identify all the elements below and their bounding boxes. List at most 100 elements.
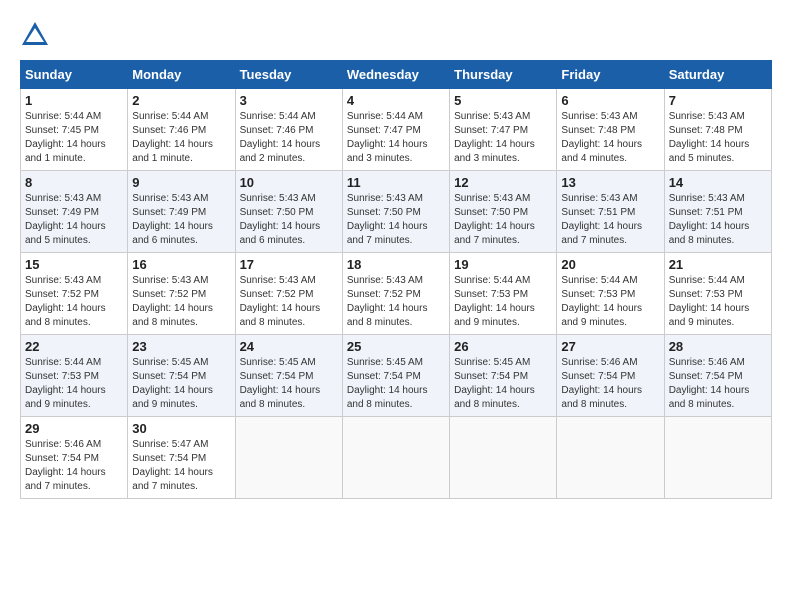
calendar-cell-9: 9Sunrise: 5:43 AMSunset: 7:49 PMDaylight… — [128, 171, 235, 253]
calendar-cell-7: 7 Sunrise: 5:43 AMSunset: 7:48 PMDaylight… — [664, 89, 771, 171]
calendar-cell-20: 20Sunrise: 5:44 AMSunset: 7:53 PMDayligh… — [557, 253, 664, 335]
calendar-cell-empty — [664, 417, 771, 499]
calendar-cell-10: 10 Sunrise: 5:43 AMSunset: 7:50 PMDayligh… — [235, 171, 342, 253]
header-sunday: Sunday — [21, 61, 128, 89]
calendar-cell-29: 29 Sunrise: 5:46 AMSunset: 7:54 PMDayligh… — [21, 417, 128, 499]
logo-icon — [20, 20, 50, 50]
day-info: Sunrise: 5:43 AMSunset: 7:51 PMDaylight:… — [561, 192, 659, 248]
day-info: Sunrise: 5:44 AMSunset: 7:46 PMDaylight:… — [132, 110, 230, 166]
page-header — [20, 20, 772, 50]
day-info: Sunrise: 5:43 AMSunset: 7:52 PMDaylight:… — [240, 274, 338, 330]
header-tuesday: Tuesday — [235, 61, 342, 89]
calendar-cell-27: 27 Sunrise: 5:46 AMSunset: 7:54 PMDayligh… — [557, 335, 664, 417]
day-number: 15 — [25, 257, 123, 272]
day-number: 26 — [454, 339, 552, 354]
day-info: Sunrise: 5:43 AMSunset: 7:49 PMDaylight:… — [25, 192, 123, 248]
calendar-cell-empty — [450, 417, 557, 499]
calendar-cell-empty — [235, 417, 342, 499]
day-number: 1 — [25, 93, 123, 108]
day-info: Sunrise: 5:43 AMSunset: 7:47 PMDaylight:… — [454, 110, 552, 166]
day-number: 8 — [25, 175, 123, 190]
calendar-cell-5: 5 Sunrise: 5:43 AMSunset: 7:47 PMDaylight… — [450, 89, 557, 171]
calendar-cell-1: 1 Sunrise: 5:44 AMSunset: 7:45 PMDaylight… — [21, 89, 128, 171]
day-number: 6 — [561, 93, 659, 108]
day-info: Sunrise: 5:45 AMSunset: 7:54 PMDaylight:… — [347, 356, 445, 412]
calendar-cell-empty — [557, 417, 664, 499]
day-number: 3 — [240, 93, 338, 108]
header-monday: Monday — [128, 61, 235, 89]
day-number: 22 — [25, 339, 123, 354]
day-info: Sunrise: 5:46 AMSunset: 7:54 PMDaylight:… — [669, 356, 767, 412]
week-row-5: 29 Sunrise: 5:46 AMSunset: 7:54 PMDayligh… — [21, 417, 772, 499]
calendar-cell-13: 13Sunrise: 5:43 AMSunset: 7:51 PMDayligh… — [557, 171, 664, 253]
day-number: 17 — [240, 257, 338, 272]
calendar-cell-17: 17 Sunrise: 5:43 AMSunset: 7:52 PMDayligh… — [235, 253, 342, 335]
day-number: 30 — [132, 421, 230, 436]
day-info: Sunrise: 5:44 AMSunset: 7:46 PMDaylight:… — [240, 110, 338, 166]
day-number: 5 — [454, 93, 552, 108]
calendar-cell-empty — [342, 417, 449, 499]
day-info: Sunrise: 5:43 AMSunset: 7:50 PMDaylight:… — [347, 192, 445, 248]
calendar-header: SundayMondayTuesdayWednesdayThursdayFrid… — [21, 61, 772, 89]
day-info: Sunrise: 5:44 AMSunset: 7:53 PMDaylight:… — [25, 356, 123, 412]
day-info: Sunrise: 5:44 AMSunset: 7:53 PMDaylight:… — [669, 274, 767, 330]
calendar-cell-11: 11 Sunrise: 5:43 AMSunset: 7:50 PMDayligh… — [342, 171, 449, 253]
day-info: Sunrise: 5:43 AMSunset: 7:49 PMDaylight:… — [132, 192, 230, 248]
calendar-cell-22: 22 Sunrise: 5:44 AMSunset: 7:53 PMDayligh… — [21, 335, 128, 417]
day-info: Sunrise: 5:43 AMSunset: 7:52 PMDaylight:… — [25, 274, 123, 330]
header-friday: Friday — [557, 61, 664, 89]
day-number: 27 — [561, 339, 659, 354]
calendar-cell-26: 26 Sunrise: 5:45 AMSunset: 7:54 PMDayligh… — [450, 335, 557, 417]
week-row-4: 22 Sunrise: 5:44 AMSunset: 7:53 PMDayligh… — [21, 335, 772, 417]
day-number: 12 — [454, 175, 552, 190]
calendar-cell-16: 16Sunrise: 5:43 AMSunset: 7:52 PMDayligh… — [128, 253, 235, 335]
calendar-cell-18: 18 Sunrise: 5:43 AMSunset: 7:52 PMDayligh… — [342, 253, 449, 335]
day-info: Sunrise: 5:44 AMSunset: 7:47 PMDaylight:… — [347, 110, 445, 166]
calendar-cell-24: 24Sunrise: 5:45 AMSunset: 7:54 PMDayligh… — [235, 335, 342, 417]
day-info: Sunrise: 5:46 AMSunset: 7:54 PMDaylight:… — [561, 356, 659, 412]
logo — [20, 20, 54, 50]
week-row-2: 8 Sunrise: 5:43 AMSunset: 7:49 PMDaylight… — [21, 171, 772, 253]
day-info: Sunrise: 5:46 AMSunset: 7:54 PMDaylight:… — [25, 438, 123, 494]
day-number: 21 — [669, 257, 767, 272]
calendar-cell-8: 8 Sunrise: 5:43 AMSunset: 7:49 PMDaylight… — [21, 171, 128, 253]
day-info: Sunrise: 5:43 AMSunset: 7:52 PMDaylight:… — [347, 274, 445, 330]
day-info: Sunrise: 5:43 AMSunset: 7:52 PMDaylight:… — [132, 274, 230, 330]
day-info: Sunrise: 5:43 AMSunset: 7:48 PMDaylight:… — [669, 110, 767, 166]
day-number: 23 — [132, 339, 230, 354]
day-info: Sunrise: 5:43 AMSunset: 7:50 PMDaylight:… — [240, 192, 338, 248]
day-info: Sunrise: 5:43 AMSunset: 7:51 PMDaylight:… — [669, 192, 767, 248]
calendar-cell-21: 21 Sunrise: 5:44 AMSunset: 7:53 PMDayligh… — [664, 253, 771, 335]
day-info: Sunrise: 5:43 AMSunset: 7:50 PMDaylight:… — [454, 192, 552, 248]
day-info: Sunrise: 5:45 AMSunset: 7:54 PMDaylight:… — [454, 356, 552, 412]
day-number: 18 — [347, 257, 445, 272]
calendar-cell-3: 3 Sunrise: 5:44 AMSunset: 7:46 PMDaylight… — [235, 89, 342, 171]
calendar-cell-2: 2 Sunrise: 5:44 AMSunset: 7:46 PMDaylight… — [128, 89, 235, 171]
day-number: 29 — [25, 421, 123, 436]
header-saturday: Saturday — [664, 61, 771, 89]
day-number: 7 — [669, 93, 767, 108]
day-number: 4 — [347, 93, 445, 108]
day-number: 10 — [240, 175, 338, 190]
day-number: 14 — [669, 175, 767, 190]
calendar-cell-6: 6 Sunrise: 5:43 AMSunset: 7:48 PMDaylight… — [557, 89, 664, 171]
day-info: Sunrise: 5:44 AMSunset: 7:45 PMDaylight:… — [25, 110, 123, 166]
week-row-1: 1 Sunrise: 5:44 AMSunset: 7:45 PMDaylight… — [21, 89, 772, 171]
calendar-cell-25: 25Sunrise: 5:45 AMSunset: 7:54 PMDayligh… — [342, 335, 449, 417]
day-number: 20 — [561, 257, 659, 272]
calendar-cell-14: 14 Sunrise: 5:43 AMSunset: 7:51 PMDayligh… — [664, 171, 771, 253]
header-wednesday: Wednesday — [342, 61, 449, 89]
week-row-3: 15 Sunrise: 5:43 AMSunset: 7:52 PMDayligh… — [21, 253, 772, 335]
day-number: 11 — [347, 175, 445, 190]
calendar-cell-12: 12 Sunrise: 5:43 AMSunset: 7:50 PMDayligh… — [450, 171, 557, 253]
calendar-cell-30: 30 Sunrise: 5:47 AMSunset: 7:54 PMDayligh… — [128, 417, 235, 499]
day-info: Sunrise: 5:43 AMSunset: 7:48 PMDaylight:… — [561, 110, 659, 166]
days-of-week-row: SundayMondayTuesdayWednesdayThursdayFrid… — [21, 61, 772, 89]
calendar-cell-4: 4 Sunrise: 5:44 AMSunset: 7:47 PMDaylight… — [342, 89, 449, 171]
calendar-cell-28: 28 Sunrise: 5:46 AMSunset: 7:54 PMDayligh… — [664, 335, 771, 417]
day-number: 24 — [240, 339, 338, 354]
day-number: 2 — [132, 93, 230, 108]
calendar-cell-15: 15 Sunrise: 5:43 AMSunset: 7:52 PMDayligh… — [21, 253, 128, 335]
day-number: 28 — [669, 339, 767, 354]
day-info: Sunrise: 5:47 AMSunset: 7:54 PMDaylight:… — [132, 438, 230, 494]
